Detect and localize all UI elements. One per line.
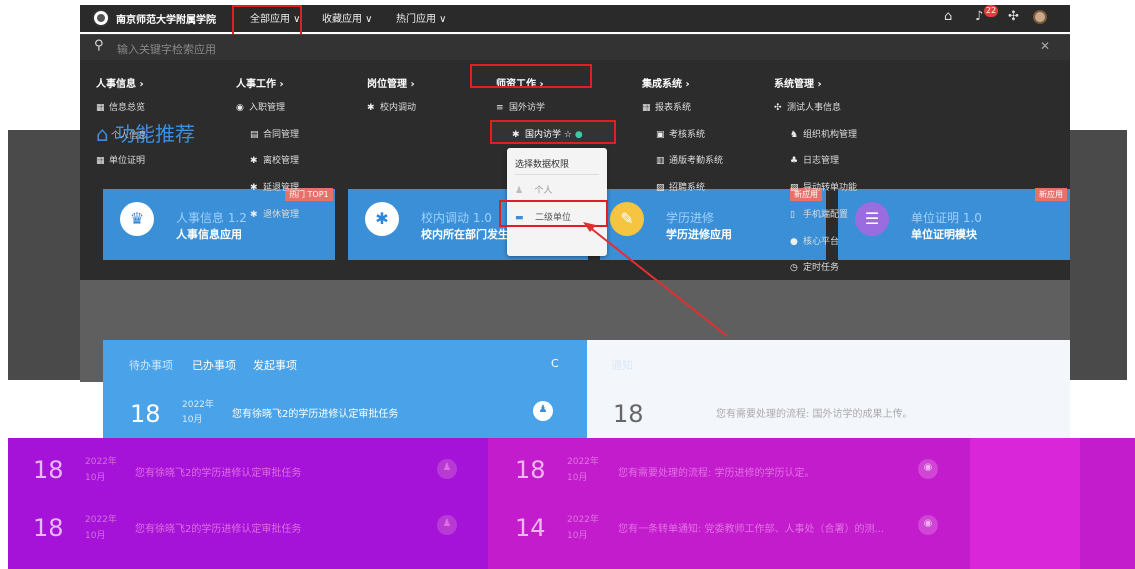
annotation-arrow bbox=[583, 222, 728, 337]
